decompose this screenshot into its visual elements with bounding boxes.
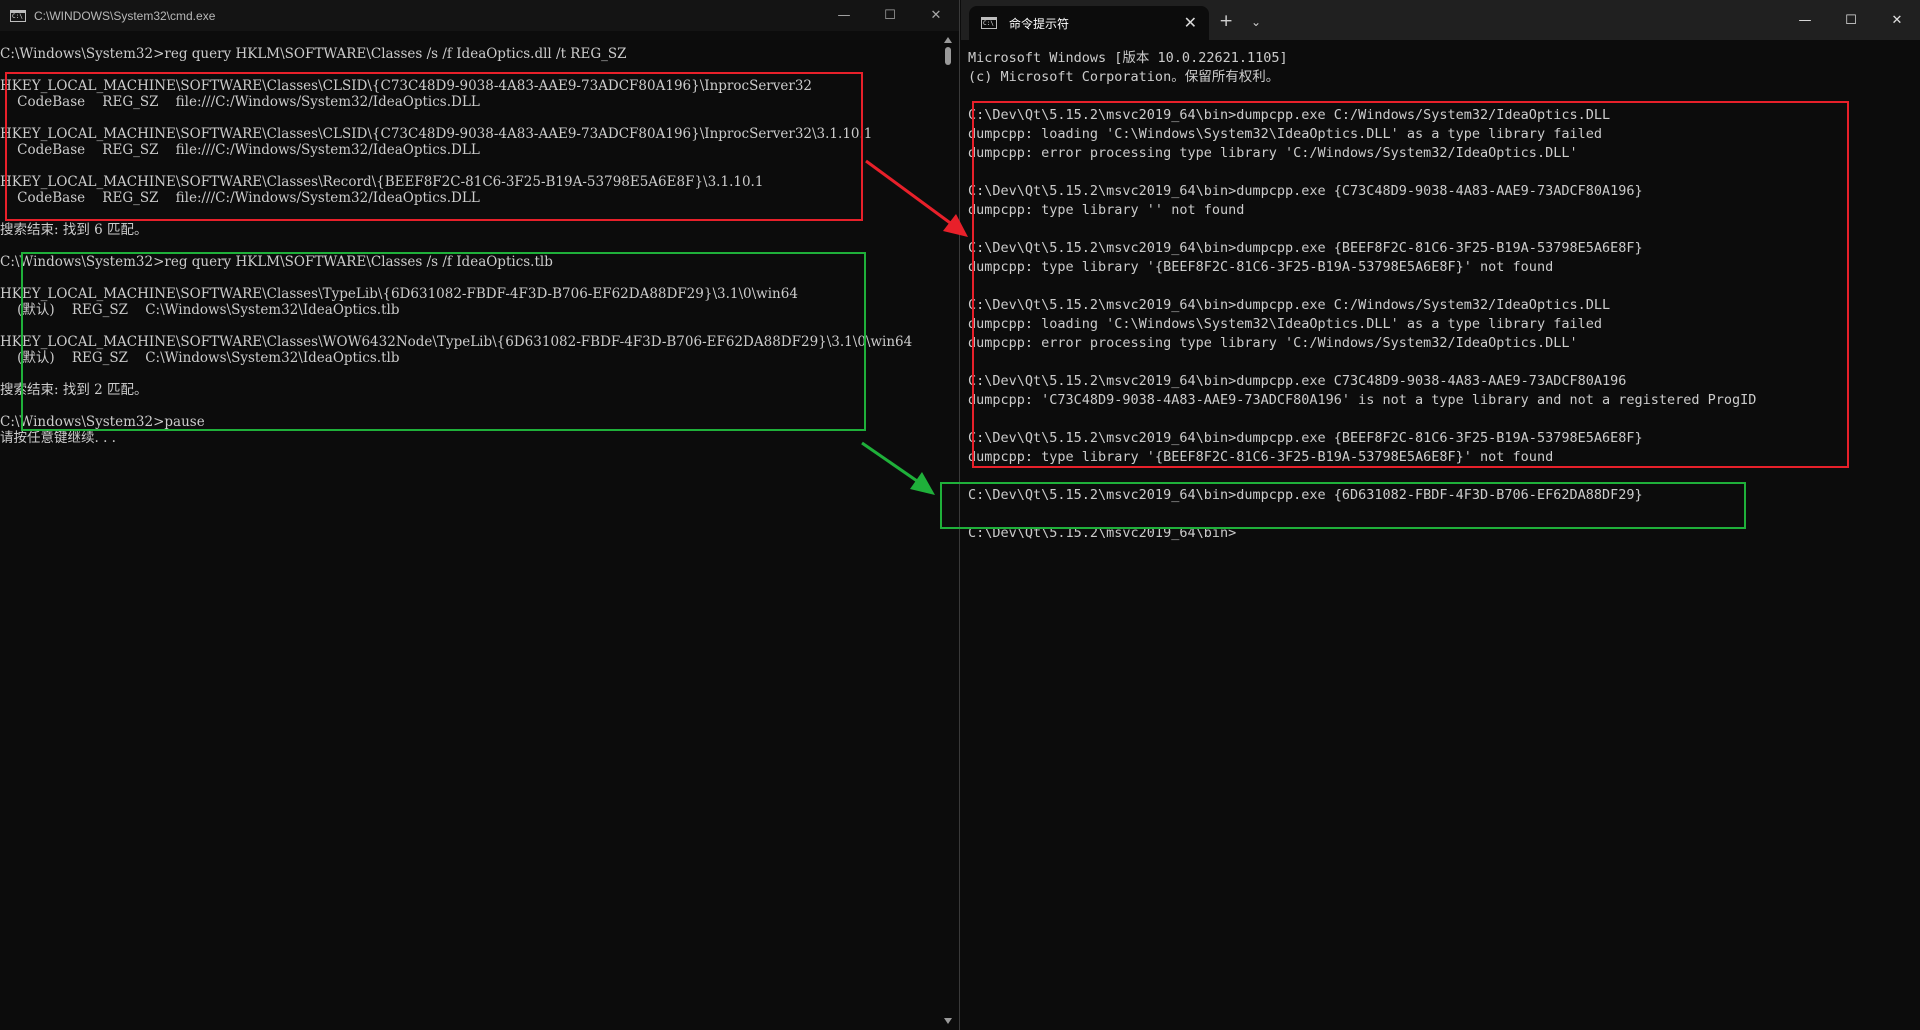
- maximize-button[interactable]: ☐: [867, 0, 913, 31]
- terminal-window-right[interactable]: 命令提示符 ✕ + ⌄ — ☐ ✕ Microsoft Windows [版本 …: [961, 0, 1920, 1030]
- new-tab-plus-icon[interactable]: +: [1219, 11, 1233, 31]
- minimize-button[interactable]: —: [821, 0, 867, 31]
- right-console-blank-line: [968, 87, 1916, 106]
- tab-command-prompt[interactable]: 命令提示符 ✕: [969, 6, 1209, 40]
- right-console-line: dumpcpp: 'C73C48D9-9038-4A83-AAE9-73ADCF…: [968, 392, 1757, 408]
- right-console-blank-line: [968, 277, 1916, 296]
- left-console-output[interactable]: C:\Windows\System32>reg query HKLM\SOFTW…: [0, 46, 940, 446]
- left-console-line: HKEY_LOCAL_MACHINE\SOFTWARE\Classes\CLSI…: [0, 126, 873, 142]
- right-console-line: C:\Dev\Qt\5.15.2\msvc2019_64\bin>dumpcpp…: [968, 240, 1643, 256]
- left-console-line: 搜索结束: 找到 6 匹配。: [0, 222, 148, 238]
- left-console-line: HKEY_LOCAL_MACHINE\SOFTWARE\Classes\Type…: [0, 286, 798, 302]
- right-console-line: C:\Dev\Qt\5.15.2\msvc2019_64\bin>dumpcpp…: [968, 430, 1643, 446]
- left-console-line: HKEY_LOCAL_MACHINE\SOFTWARE\Classes\WOW6…: [0, 334, 913, 350]
- left-console-blank-line: [0, 270, 940, 286]
- left-console-blank-line: [0, 110, 940, 126]
- right-console-line: Microsoft Windows [版本 10.0.22621.1105]: [968, 50, 1288, 66]
- left-console-line: (默认) REG_SZ C:\Windows\System32\IdeaOpti…: [0, 302, 400, 318]
- left-console-line: 搜索结束: 找到 2 匹配。: [0, 382, 148, 398]
- left-console-line: C:\Windows\System32>pause: [0, 414, 205, 430]
- right-console-line: C:\Dev\Qt\5.15.2\msvc2019_64\bin>dumpcpp…: [968, 487, 1643, 503]
- left-console-blank-line: [0, 398, 940, 414]
- right-console-blank-line: [968, 467, 1916, 486]
- right-title-bar[interactable]: 命令提示符 ✕ + ⌄ — ☐ ✕: [961, 0, 1920, 40]
- tab-close-icon[interactable]: ✕: [1184, 13, 1197, 33]
- right-console-line: dumpcpp: loading 'C:\Windows\System32\Id…: [968, 316, 1602, 332]
- right-console-line: (c) Microsoft Corporation。保留所有权利。: [968, 69, 1280, 85]
- scroll-up-arrow-icon[interactable]: [944, 37, 952, 43]
- right-console-line: dumpcpp: type library '{BEEF8F2C-81C6-3F…: [968, 259, 1554, 275]
- right-console-line: C:\Dev\Qt\5.15.2\msvc2019_64\bin>dumpcpp…: [968, 107, 1611, 123]
- left-console-line: C:\Windows\System32>reg query HKLM\SOFTW…: [0, 46, 627, 62]
- close-button[interactable]: ✕: [913, 0, 959, 31]
- left-console-blank-line: [0, 318, 940, 334]
- right-console-blank-line: [968, 505, 1916, 524]
- right-console-line: C:\Dev\Qt\5.15.2\msvc2019_64\bin>dumpcpp…: [968, 297, 1611, 313]
- left-console-blank-line: [0, 366, 940, 382]
- scroll-down-arrow-icon[interactable]: [944, 1018, 952, 1024]
- left-console-line: 请按任意键继续. . .: [0, 430, 116, 446]
- cmd-tab-icon: [981, 17, 997, 29]
- right-console-blank-line: [968, 163, 1916, 182]
- left-console-blank-line: [0, 158, 940, 174]
- scroll-thumb[interactable]: [945, 47, 951, 65]
- left-console-blank-line: [0, 238, 940, 254]
- left-console-line: C:\Windows\System32>reg query HKLM\SOFTW…: [0, 254, 553, 270]
- left-console-line: CodeBase REG_SZ file:///C:/Windows/Syste…: [0, 142, 480, 158]
- right-console-line: dumpcpp: type library '' not found: [968, 202, 1245, 218]
- left-console-blank-line: [0, 62, 940, 78]
- left-console-line: HKEY_LOCAL_MACHINE\SOFTWARE\Classes\Reco…: [0, 174, 764, 190]
- left-console-line: CodeBase REG_SZ file:///C:/Windows/Syste…: [0, 190, 480, 206]
- minimize-button[interactable]: —: [1782, 0, 1828, 40]
- left-console-line: CodeBase REG_SZ file:///C:/Windows/Syste…: [0, 94, 480, 110]
- cmd-app-icon: [10, 9, 26, 22]
- left-window-title: C:\WINDOWS\System32\cmd.exe: [34, 8, 216, 23]
- right-console-line: dumpcpp: error processing type library '…: [968, 145, 1578, 161]
- right-console-line: dumpcpp: loading 'C:\Windows\System32\Id…: [968, 126, 1602, 142]
- left-console-line: (默认) REG_SZ C:\Windows\System32\IdeaOpti…: [0, 350, 400, 366]
- right-console-line: dumpcpp: type library '{BEEF8F2C-81C6-3F…: [968, 449, 1554, 465]
- right-console-blank-line: [968, 220, 1916, 239]
- cmd-window-left[interactable]: C:\WINDOWS\System32\cmd.exe — ☐ ✕ C:\Win…: [0, 0, 960, 1030]
- left-console-line: HKEY_LOCAL_MACHINE\SOFTWARE\Classes\CLSI…: [0, 78, 813, 94]
- close-button[interactable]: ✕: [1874, 0, 1920, 40]
- left-title-bar[interactable]: C:\WINDOWS\System32\cmd.exe — ☐ ✕: [0, 0, 959, 31]
- tab-title: 命令提示符: [1009, 16, 1070, 31]
- left-scrollbar[interactable]: [941, 31, 955, 1030]
- maximize-button[interactable]: ☐: [1828, 0, 1874, 40]
- right-window-controls: — ☐ ✕: [1782, 0, 1920, 40]
- left-console-blank-line: [0, 206, 940, 222]
- right-console-blank-line: [968, 410, 1916, 429]
- right-console-line: C:\Dev\Qt\5.15.2\msvc2019_64\bin>dumpcpp…: [968, 373, 1627, 389]
- dropdown-chevron-icon[interactable]: ⌄: [1251, 12, 1261, 32]
- left-window-controls: — ☐ ✕: [821, 0, 959, 31]
- right-console-blank-line: [968, 353, 1916, 372]
- right-console-line: C:\Dev\Qt\5.15.2\msvc2019_64\bin>dumpcpp…: [968, 183, 1643, 199]
- right-console-line: dumpcpp: error processing type library '…: [968, 335, 1578, 351]
- right-console-output[interactable]: Microsoft Windows [版本 10.0.22621.1105] (c…: [968, 49, 1916, 543]
- right-console-line: C:\Dev\Qt\5.15.2\msvc2019_64\bin>: [968, 525, 1237, 541]
